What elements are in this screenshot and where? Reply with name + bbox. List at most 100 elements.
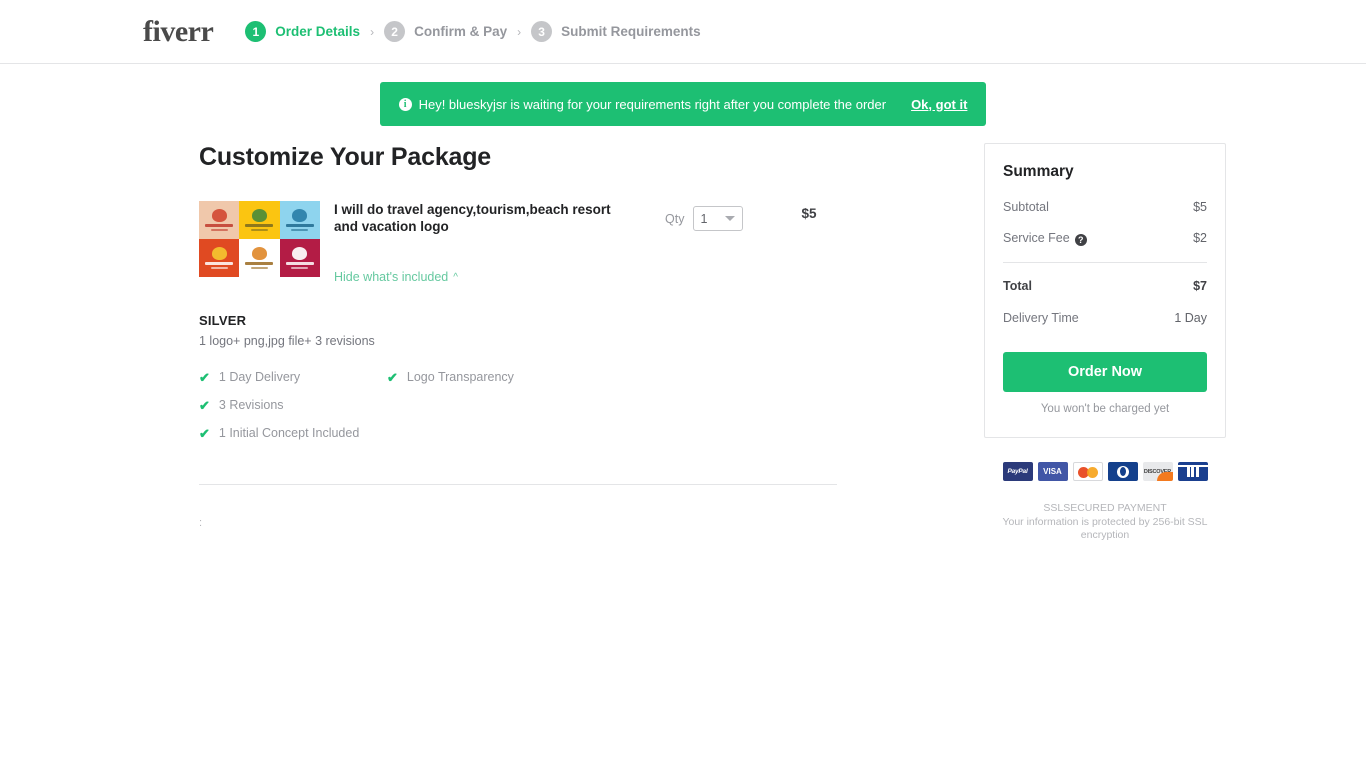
page-body: Customize Your Package I will do travel …	[0, 143, 1366, 543]
banner-message: Hey! blueskyjsr is waiting for your requ…	[418, 96, 887, 112]
summary-card: Summary Subtotal $5 Service Fee? $2 Tota…	[984, 143, 1226, 438]
step-3-label: Submit Requirements	[561, 24, 701, 39]
quantity-label: Qty	[665, 211, 685, 226]
logo-text-bar	[245, 224, 274, 228]
service-fee-value: $2	[1193, 231, 1207, 245]
service-fee-label: Service Fee?	[1003, 231, 1087, 246]
mastercard-icon	[1072, 462, 1103, 481]
logo-text-bar	[245, 262, 274, 266]
step-confirm-and-pay[interactable]: 2 Confirm & Pay	[384, 21, 507, 42]
step-1-label: Order Details	[275, 24, 361, 39]
total-value: $7	[1193, 279, 1207, 293]
check-icon: ✔	[199, 425, 210, 441]
logo-mark-icon	[211, 247, 227, 261]
gig-price: $5	[801, 206, 817, 221]
step-2-label: Confirm & Pay	[414, 24, 508, 39]
diners-club-ring	[1116, 465, 1129, 478]
feature-label: 3 Revisions	[218, 398, 284, 413]
ach-bars	[1186, 466, 1199, 477]
logo-mark-icon	[211, 209, 227, 223]
diners-club-icon	[1107, 462, 1138, 481]
step-separator-icon: ›	[517, 24, 522, 39]
thumbnail-cell	[199, 201, 240, 239]
ssl-notice: SSLSECURED PAYMENT Your information is p…	[984, 502, 1226, 543]
gig-row: I will do travel agency,tourism,beach re…	[199, 201, 899, 286]
main-column: Customize Your Package I will do travel …	[199, 143, 899, 543]
delivery-time-value: 1 Day	[1174, 311, 1207, 325]
feature-spacer	[387, 398, 899, 412]
delivery-time-label: Delivery Time	[1003, 311, 1079, 325]
summary-row-total: Total $7	[1003, 279, 1207, 293]
seller-notification-banner: i Hey! blueskyjsr is waiting for your re…	[379, 82, 987, 126]
feature-item: ✔ 3 Revisions	[199, 398, 387, 412]
logo-mark-icon	[292, 247, 308, 261]
site-header: fiverr 1 Order Details › 2 Confirm & Pay…	[0, 0, 1366, 64]
notification-banner-wrapper: i Hey! blueskyjsr is waiting for your re…	[0, 82, 1366, 126]
hide-whats-included-label: Hide what's included	[334, 270, 449, 285]
quantity-value: 1	[700, 211, 708, 226]
feature-item: ✔ Logo Transparency	[387, 370, 899, 384]
section-divider	[199, 484, 837, 486]
step-order-details[interactable]: 1 Order Details	[245, 21, 360, 42]
subtotal-label: Subtotal	[1003, 200, 1049, 214]
summary-column: Summary Subtotal $5 Service Fee? $2 Tota…	[984, 143, 1226, 543]
step-3-badge: 3	[531, 21, 553, 42]
total-label: Total	[1003, 279, 1032, 293]
logo-subtext-bar	[210, 228, 228, 231]
logo-subtext-bar	[250, 266, 268, 269]
quantity-select[interactable]: 1	[693, 206, 744, 231]
visa-icon: VISA	[1037, 462, 1068, 481]
discover-icon: DISCOVER	[1142, 462, 1173, 481]
thumbnail-cell	[239, 239, 280, 277]
page-title: Customize Your Package	[199, 143, 491, 171]
summary-title: Summary	[1003, 163, 1074, 180]
ach-top-bar	[1177, 465, 1208, 467]
no-charge-note: You won't be charged yet	[1040, 403, 1170, 415]
package-features: ✔ 1 Day Delivery ✔ Logo Transparency ✔ 3…	[199, 370, 899, 440]
summary-row-delivery-time: Delivery Time 1 Day	[1003, 311, 1207, 325]
gig-thumbnail[interactable]	[199, 201, 320, 277]
feature-label: 1 Day Delivery	[218, 370, 301, 385]
logo-mark-icon	[251, 247, 267, 261]
fiverr-logo[interactable]: fiverr	[143, 16, 214, 47]
package-name: SILVER	[199, 313, 247, 329]
subtotal-value: $5	[1193, 200, 1207, 214]
thumbnail-cell	[239, 201, 280, 239]
logo-subtext-bar	[210, 266, 228, 269]
feature-label: Logo Transparency	[406, 370, 514, 385]
mastercard-circle-right	[1086, 467, 1098, 478]
check-icon: ✔	[387, 369, 398, 385]
gig-info: I will do travel agency,tourism,beach re…	[334, 201, 624, 286]
thumbnail-cell	[199, 239, 240, 277]
gig-title[interactable]: I will do travel agency,tourism,beach re…	[334, 201, 624, 235]
checkout-steps: 1 Order Details › 2 Confirm & Pay › 3 Su…	[245, 21, 701, 42]
info-icon: i	[398, 97, 412, 111]
order-now-button[interactable]: Order Now	[1003, 352, 1207, 392]
package-section: SILVER 1 logo+ png,jpg file+ 3 revisions…	[199, 313, 899, 440]
feature-item: ✔ 1 Day Delivery	[199, 370, 387, 384]
feature-label: 1 Initial Concept Included	[218, 426, 360, 441]
step-submit-requirements[interactable]: 3 Submit Requirements	[531, 21, 701, 42]
step-1-badge: 1	[245, 21, 267, 42]
quantity-block: Qty 1	[665, 206, 744, 231]
help-icon[interactable]: ?	[1074, 234, 1087, 246]
chevron-down-icon	[725, 216, 736, 221]
logo-subtext-bar	[291, 266, 309, 269]
thumbnail-cell	[279, 239, 320, 277]
ssl-line-1: SSLSECURED PAYMENT	[1043, 502, 1167, 514]
step-2-badge: 2	[384, 21, 406, 42]
logo-text-bar	[285, 224, 314, 228]
stray-text: :	[199, 517, 203, 530]
summary-row-service-fee: Service Fee? $2	[1003, 231, 1207, 246]
chevron-up-icon: ^	[453, 272, 458, 284]
logo-subtext-bar	[291, 228, 309, 231]
package-description: 1 logo+ png,jpg file+ 3 revisions	[199, 334, 375, 349]
thumbnail-cell	[279, 201, 320, 239]
step-separator-icon: ›	[370, 24, 375, 39]
logo-mark-icon	[251, 209, 267, 223]
check-icon: ✔	[199, 397, 210, 413]
logo-text-bar	[205, 262, 234, 266]
hide-whats-included-link[interactable]: Hide what's included ^	[334, 270, 458, 284]
service-fee-text: Service Fee	[1003, 231, 1070, 245]
banner-dismiss-link[interactable]: Ok, got it	[911, 97, 967, 112]
